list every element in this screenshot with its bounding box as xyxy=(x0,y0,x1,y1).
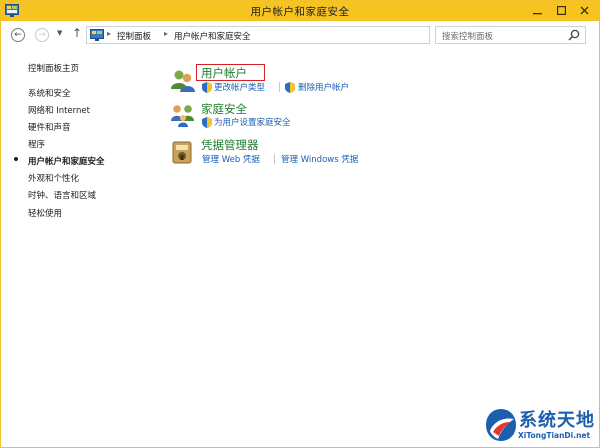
task-divider xyxy=(274,154,275,164)
watermark-url: XiTongTianDi.net xyxy=(518,431,591,440)
highlight-box xyxy=(196,64,265,81)
search-icon[interactable] xyxy=(568,29,580,41)
breadcrumb-current[interactable]: 用户帐户和家庭安全 xyxy=(174,30,251,42)
task-manage-web-credentials[interactable]: 管理 Web 凭据 xyxy=(202,153,260,165)
user-accounts-icon[interactable] xyxy=(170,67,196,93)
sidebar-item-programs[interactable]: 程序 xyxy=(28,138,45,150)
task-manage-windows-credentials[interactable]: 管理 Windows 凭据 xyxy=(281,153,358,165)
search-placeholder: 搜索控制面板 xyxy=(442,32,494,42)
breadcrumb-control-panel[interactable]: 控制面板 xyxy=(117,30,151,42)
address-bar[interactable]: ▸ 控制面板 ▸ 用户帐户和家庭安全 ▼ ↻ xyxy=(86,26,506,44)
sidebar-item-home[interactable]: 控制面板主页 xyxy=(28,62,79,74)
close-button[interactable] xyxy=(572,2,596,19)
chevron-down-icon: ▼ xyxy=(57,29,63,37)
close-icon xyxy=(580,6,588,15)
sidebar-item-user-accounts[interactable]: 用户帐户和家庭安全 xyxy=(28,155,105,167)
breadcrumb-separator-icon[interactable]: ▸ xyxy=(107,29,111,38)
maximize-button[interactable] xyxy=(548,2,574,19)
sidebar-item-clock-language[interactable]: 时钟、语言和区域 xyxy=(28,189,96,201)
minimize-button[interactable] xyxy=(524,2,550,19)
task-change-account-type[interactable]: 更改帐户类型 xyxy=(214,81,265,93)
search-input[interactable]: 搜索控制面板 xyxy=(435,26,586,44)
sidebar-item-ease-of-access[interactable]: 轻松使用 xyxy=(28,207,62,219)
minimize-icon xyxy=(532,13,542,15)
sidebar-item-appearance[interactable]: 外观和个性化 xyxy=(28,172,79,184)
watermark-logo-icon xyxy=(486,409,516,441)
category-credential-manager[interactable]: 凭据管理器 xyxy=(201,137,259,153)
control-panel-window: 用户帐户和家庭安全 ← → ▼ ↑ ▸ 控制面板 ▸ 用户帐户和家庭安全 搜索控… xyxy=(0,0,600,448)
task-delete-user-account[interactable]: 删除用户帐户 xyxy=(298,81,349,93)
up-button[interactable]: ↑ xyxy=(72,26,82,40)
back-button[interactable]: ← xyxy=(11,28,25,42)
sidebar-item-system-security[interactable]: 系统和安全 xyxy=(28,87,71,99)
recent-locations-button[interactable]: ▼ xyxy=(57,29,62,37)
uac-shield-icon xyxy=(285,82,295,93)
sidebar-item-network[interactable]: 网络和 Internet xyxy=(28,104,90,116)
task-set-up-family-safety[interactable]: 为用户设置家庭安全 xyxy=(214,116,291,128)
title-bar[interactable]: 用户帐户和家庭安全 xyxy=(1,1,599,21)
sidebar-item-hardware-sound[interactable]: 硬件和声音 xyxy=(28,121,71,133)
category-family-safety[interactable]: 家庭安全 xyxy=(201,101,247,117)
navigation-bar: ← → ▼ ↑ ▸ 控制面板 ▸ 用户帐户和家庭安全 ▼ ↻ xyxy=(1,21,599,50)
up-arrow-icon: ↑ xyxy=(72,26,83,40)
window-title: 用户帐户和家庭安全 xyxy=(250,6,350,18)
uac-shield-icon xyxy=(202,117,212,128)
back-arrow-icon: ← xyxy=(14,29,22,40)
forward-button[interactable]: → xyxy=(35,28,49,42)
credential-manager-icon[interactable] xyxy=(170,139,196,165)
watermark-title: 系统天地 xyxy=(519,410,595,431)
control-panel-icon xyxy=(90,29,104,41)
maximize-icon xyxy=(556,6,566,15)
breadcrumb-separator-icon[interactable]: ▸ xyxy=(164,29,168,38)
current-item-bullet xyxy=(14,157,18,161)
site-watermark: 系统天地 XiTongTianDi.net xyxy=(479,404,599,447)
task-divider xyxy=(279,82,280,92)
forward-arrow-icon: → xyxy=(38,29,46,40)
family-safety-icon[interactable] xyxy=(170,102,196,128)
uac-shield-icon xyxy=(202,82,212,93)
sidebar: 控制面板主页 系统和安全 网络和 Internet 硬件和声音 程序 用户帐户和… xyxy=(1,50,151,447)
